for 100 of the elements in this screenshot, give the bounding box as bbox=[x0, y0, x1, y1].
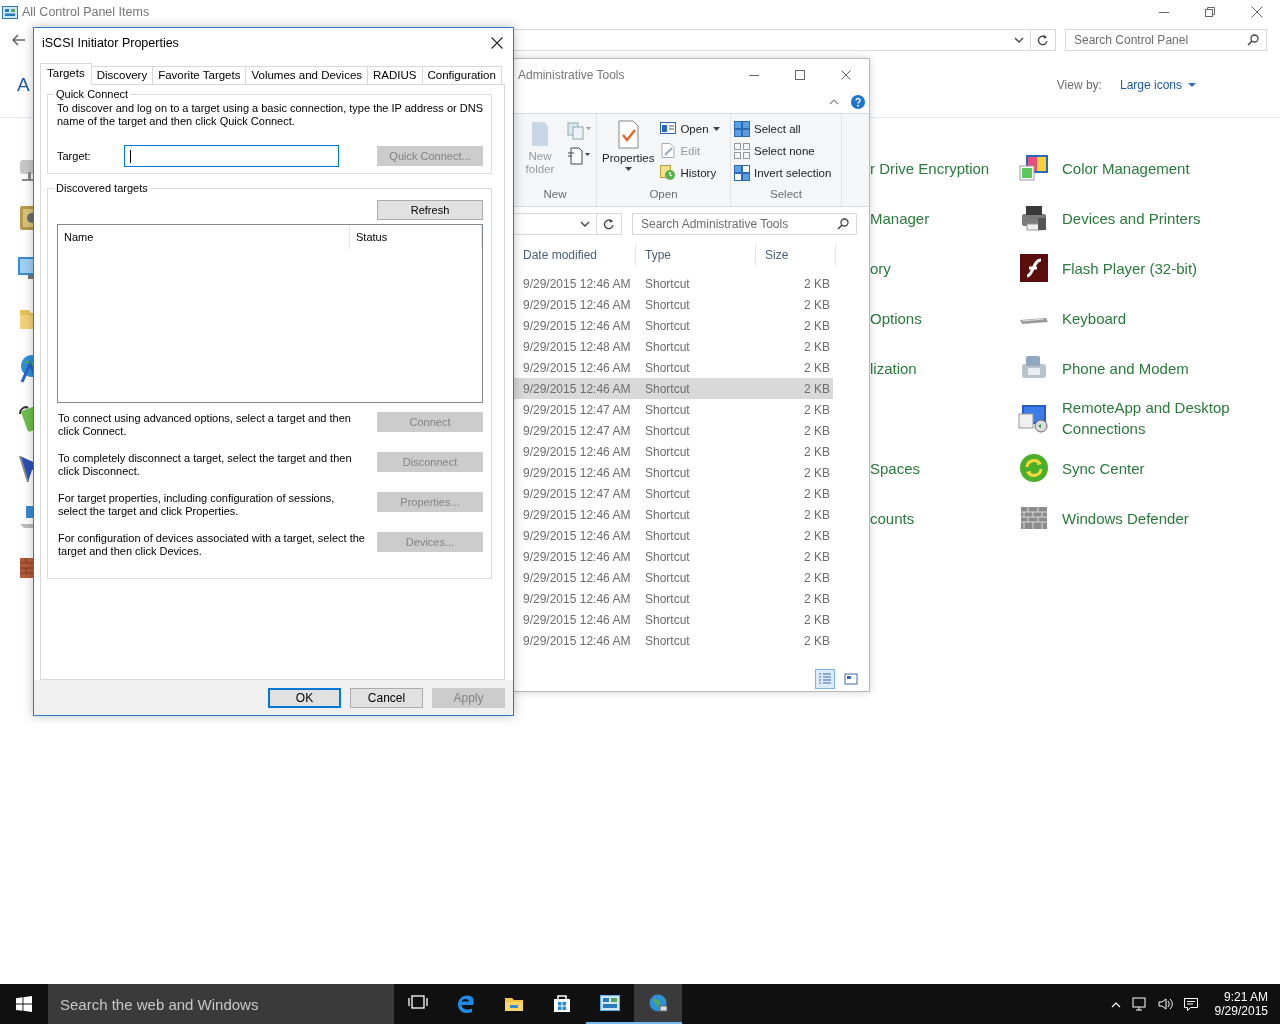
refresh-icon[interactable] bbox=[1037, 34, 1049, 46]
table-cell-text: 2 KB bbox=[803, 444, 830, 459]
table-cell-text: 2 KB bbox=[803, 381, 830, 396]
control-panel-item[interactable]: Options bbox=[870, 307, 922, 329]
ribbon-button[interactable]: Select none bbox=[734, 142, 832, 160]
description-text: To completely disconnect a target, select the target and then click Disconnect. bbox=[57, 452, 353, 478]
control-panel-item[interactable]: counts bbox=[870, 507, 915, 529]
ribbon-button[interactable]: History bbox=[660, 164, 720, 182]
control-panel-item[interactable]: Sync Center bbox=[1062, 457, 1145, 479]
dropdown-chevron-icon[interactable] bbox=[580, 220, 590, 228]
search-field[interactable]: Search Control Panel bbox=[1065, 29, 1267, 51]
collapse-ribbon-icon[interactable] bbox=[829, 98, 839, 106]
control-panel-item[interactable]: RemoteApp and Desktop Connections bbox=[1062, 397, 1262, 439]
table-cell-text: 2 KB bbox=[803, 339, 830, 354]
refresh-icon[interactable] bbox=[603, 218, 615, 230]
control-panel-item[interactable]: Manager bbox=[870, 207, 930, 229]
table-cell-text: 2 KB bbox=[803, 402, 830, 417]
clock[interactable]: 9:21 AM 9/29/2015 bbox=[1214, 990, 1268, 1018]
description-text: To discover and log on to a target using a basic connection, type the IP address or DNS name of the target and then click Quick Connect. bbox=[57, 102, 483, 128]
volume-icon[interactable] bbox=[1156, 996, 1173, 1012]
paste-shortcut-icon[interactable] bbox=[567, 146, 591, 166]
checker-grid-icon bbox=[734, 165, 750, 181]
table-cell-text: Shortcut bbox=[644, 528, 691, 543]
color-monitor-icon[interactable] bbox=[1018, 152, 1050, 184]
help-icon[interactable] bbox=[851, 95, 865, 109]
table-cell-text: 2 KB bbox=[803, 360, 830, 375]
windows-logo-icon bbox=[16, 996, 32, 1012]
control-panel-item[interactable]: ory bbox=[870, 257, 891, 279]
control-panel-item[interactable]: Keyboard bbox=[1062, 307, 1127, 329]
window-title: Administrative Tools bbox=[518, 68, 625, 82]
control-panel-item[interactable]: Flash Player (32-bit) bbox=[1062, 257, 1198, 279]
table-cell-text: Shortcut bbox=[644, 423, 691, 438]
table-cell-text: 2 KB bbox=[803, 423, 830, 438]
table-cell-text: Shortcut bbox=[644, 549, 691, 564]
button[interactable]: OK bbox=[268, 687, 341, 708]
sync-icon[interactable] bbox=[1018, 452, 1050, 484]
control-panel-item[interactable]: Phone and Modem bbox=[1062, 357, 1189, 379]
control-panel-item[interactable]: Devices and Printers bbox=[1062, 207, 1201, 229]
target-list[interactable]: Name Status bbox=[57, 224, 483, 403]
shopping-bag-icon bbox=[552, 993, 572, 1013]
table-cell-text: Shortcut bbox=[644, 507, 691, 522]
caret-icon bbox=[1188, 82, 1196, 87]
column-header[interactable]: Name bbox=[58, 225, 350, 249]
table-cell-text: Shortcut bbox=[644, 591, 691, 606]
control-panel-item[interactable]: Color Management bbox=[1062, 157, 1190, 179]
back-arrow-icon[interactable] bbox=[12, 34, 26, 46]
group-label: Open bbox=[648, 188, 679, 202]
table-cell-text: 9/29/2015 12:46 AM bbox=[522, 549, 632, 564]
dropdown-chevron-icon[interactable] bbox=[1014, 36, 1024, 44]
address-field[interactable] bbox=[514, 213, 622, 235]
control-panel-item[interactable]: Windows Defender bbox=[1062, 507, 1189, 529]
table-cell-text: Shortcut bbox=[644, 444, 691, 459]
table-cell-text: 2 KB bbox=[803, 276, 830, 291]
tab[interactable]: Targets bbox=[40, 63, 92, 85]
table-cell-text: 2 KB bbox=[803, 528, 830, 543]
control-panel-item[interactable]: r Drive Encryption bbox=[870, 157, 990, 179]
tab[interactable]: Favorite Targets bbox=[152, 66, 247, 84]
button[interactable]: Cancel bbox=[350, 687, 423, 708]
empty-grid-icon bbox=[734, 143, 750, 159]
notifications-icon[interactable] bbox=[1182, 996, 1199, 1012]
tab[interactable]: Discovery bbox=[90, 66, 154, 84]
selected-row[interactable]: 9/29/2015 12:46 AM Shortcut 2 KB bbox=[514, 378, 833, 399]
ribbon-button[interactable]: Open bbox=[660, 120, 720, 138]
restore-button[interactable] bbox=[1205, 7, 1215, 17]
ribbon-button[interactable]: Invert selection bbox=[734, 164, 832, 182]
description-text: For configuration of devices associated with a target, select the target and then click Devices. bbox=[57, 532, 365, 558]
table-cell-text: Shortcut bbox=[644, 570, 691, 585]
table-cell-text: 9/29/2015 12:46 AM bbox=[522, 318, 632, 333]
close-button[interactable] bbox=[491, 36, 503, 49]
target-field[interactable] bbox=[124, 145, 339, 167]
table-cell-text: 2 KB bbox=[803, 318, 830, 333]
tab[interactable]: Configuration bbox=[421, 66, 502, 84]
maximize-button[interactable] bbox=[795, 70, 805, 80]
control-panel-item[interactable]: lization bbox=[870, 357, 917, 379]
view-mode-dropdown[interactable]: Large icons bbox=[1119, 77, 1196, 92]
table-cell-text: Shortcut bbox=[644, 465, 691, 480]
table-cell-text: 9/29/2015 12:46 AM bbox=[522, 276, 632, 291]
network-icon[interactable] bbox=[1130, 996, 1147, 1012]
group-label: New bbox=[542, 188, 568, 202]
globe-icon bbox=[648, 993, 668, 1013]
control-panel-item[interactable]: Spaces bbox=[870, 457, 921, 479]
control-panel-icon bbox=[600, 993, 620, 1013]
ribbon-button[interactable]: Select all bbox=[734, 120, 832, 138]
grid-icon bbox=[734, 121, 750, 137]
swoosh-icon[interactable] bbox=[1018, 252, 1050, 284]
table-cell-text: Shortcut bbox=[644, 360, 691, 375]
column-header[interactable]: Type bbox=[636, 244, 756, 266]
table-cell-text: 9/29/2015 12:47 AM bbox=[522, 402, 632, 417]
search-field[interactable]: Search Administrative Tools bbox=[632, 213, 857, 235]
column-header[interactable]: Size bbox=[756, 244, 836, 266]
button[interactable]: Refresh bbox=[377, 200, 483, 220]
column-header[interactable]: Status bbox=[350, 225, 482, 249]
search-field[interactable]: Search the web and Windows bbox=[48, 984, 394, 1024]
table-cell-text: 2 KB bbox=[803, 549, 830, 564]
remote-monitor-icon[interactable] bbox=[1018, 402, 1050, 434]
table-cell-text: 9/29/2015 12:46 AM bbox=[522, 507, 632, 522]
dropdown-caret-icon bbox=[624, 167, 632, 171]
table-cell-text: 2 KB bbox=[803, 297, 830, 312]
ribbon-button[interactable]: Properties bbox=[600, 118, 657, 188]
table-cell-text: 9/29/2015 12:47 AM bbox=[522, 423, 632, 438]
